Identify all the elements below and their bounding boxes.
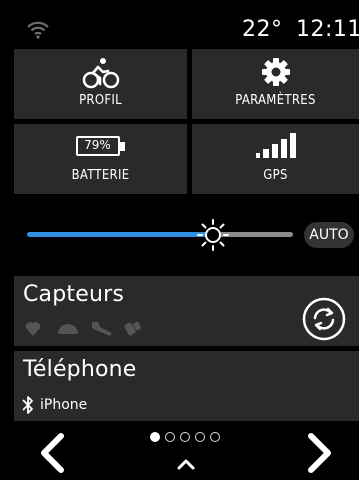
auto-brightness-button[interactable]: AUTO: [304, 222, 354, 248]
page-dot: [165, 432, 175, 442]
signal-bars-icon: [255, 133, 296, 158]
brightness-control: AUTO: [0, 199, 359, 271]
bottom-navigation: [0, 424, 359, 480]
phone-device-name: iPhone: [40, 397, 88, 413]
status-bar: 22° 12:11: [0, 0, 359, 47]
battery-percent: 79%: [84, 138, 111, 152]
page-dot: [150, 432, 160, 442]
sync-icon[interactable]: [301, 296, 347, 342]
chevron-right-icon[interactable]: [305, 432, 335, 474]
phone-title: Téléphone: [23, 357, 137, 382]
battery-label: BATTERIE: [71, 168, 130, 183]
sensor-pod-icon: [124, 321, 141, 336]
settings-tile[interactable]: PARAMÈTRES: [192, 49, 359, 119]
page-dot: [195, 432, 205, 442]
sensors-panel[interactable]: Capteurs: [14, 276, 359, 346]
profile-label: PROFIL: [79, 93, 122, 108]
chevron-up-icon[interactable]: [176, 458, 196, 470]
phone-panel[interactable]: Téléphone iPhone: [14, 351, 359, 421]
brightness-fill: [27, 232, 213, 237]
temperature: 22°: [242, 17, 283, 42]
sensor-icons: [25, 321, 141, 336]
cyclist-icon: [82, 58, 119, 89]
brightness-sun-icon[interactable]: [196, 218, 230, 252]
settings-label: PARAMÈTRES: [235, 93, 316, 108]
gps-label: GPS: [263, 168, 288, 183]
page-dot: [210, 432, 220, 442]
page-indicator: [150, 432, 230, 444]
clock: 12:11: [296, 17, 359, 42]
bluetooth-icon: [22, 396, 33, 414]
battery-icon: 79%: [75, 136, 126, 158]
gps-tile[interactable]: GPS: [192, 124, 359, 194]
heart-icon: [25, 322, 41, 336]
battery-tile[interactable]: 79% BATTERIE: [14, 124, 187, 194]
wrench-icon: [92, 322, 112, 336]
speedometer-icon: [58, 324, 78, 334]
sensors-title: Capteurs: [23, 282, 125, 307]
wifi-icon: [27, 21, 49, 39]
profile-tile[interactable]: PROFIL: [14, 49, 187, 119]
chevron-left-icon[interactable]: [37, 432, 67, 474]
page-dot: [180, 432, 190, 442]
gear-icon: [261, 58, 290, 86]
